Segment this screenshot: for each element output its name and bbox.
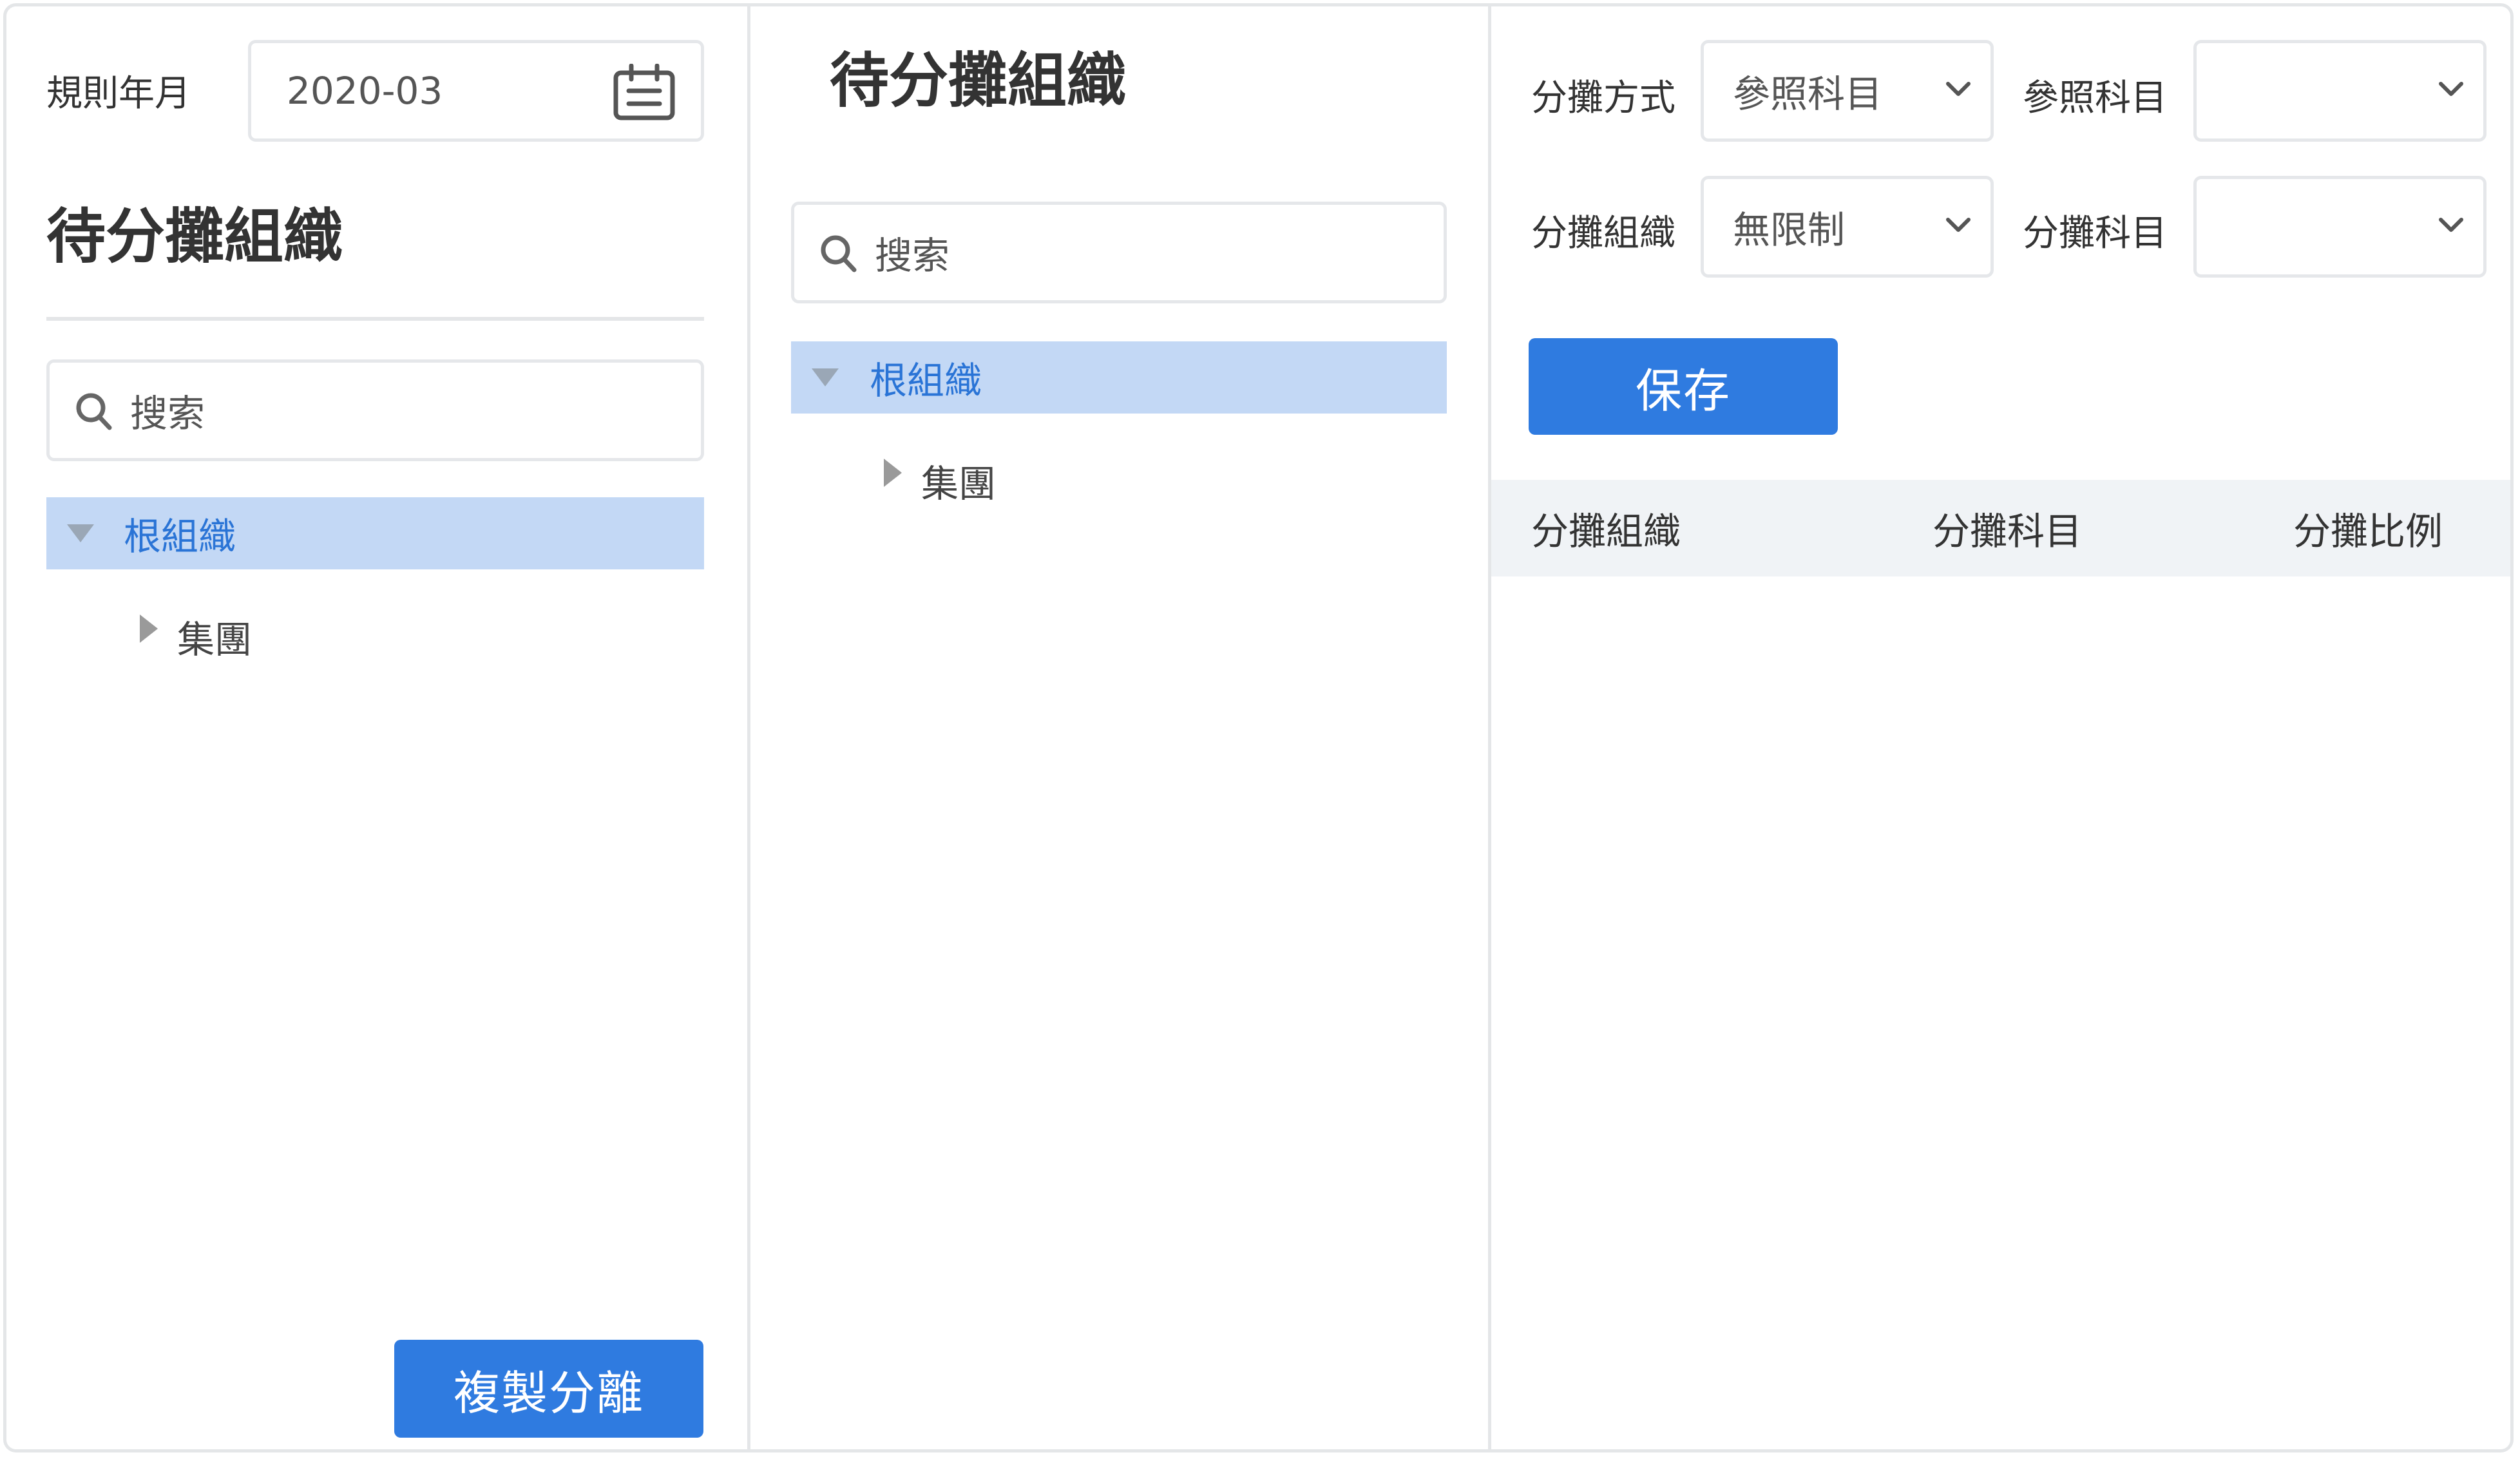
app-window: 規則年月 2020-03 待分攤組織 搜索 根組織 集團 複製分離 待分攤組織 …	[3, 3, 2514, 1452]
org-value: 無限制	[1733, 208, 1846, 252]
middle-tree-root-label: 根組織	[870, 359, 982, 403]
left-search-input[interactable]: 搜索	[46, 359, 704, 461]
column-header-ratio: 分攤比例	[2293, 509, 2443, 553]
method-value: 參照科目	[1733, 72, 1883, 116]
chevron-down-icon	[2438, 217, 2464, 236]
rule-month-value: 2020-03	[287, 69, 443, 113]
middle-tree-root-node[interactable]: 根組織	[791, 341, 1447, 414]
left-search-placeholder: 搜索	[130, 392, 205, 435]
title-divider	[46, 317, 704, 321]
column-header-subject: 分攤科目	[1933, 509, 2083, 553]
chevron-down-icon	[2438, 81, 2464, 100]
ref-subject-select[interactable]	[2193, 40, 2487, 142]
subject-label: 分攤科目	[2023, 213, 2167, 254]
subject-select[interactable]	[2193, 176, 2487, 278]
caret-right-icon[interactable]	[883, 457, 903, 491]
column-header-org: 分攤組織	[1531, 509, 1681, 553]
calendar-icon[interactable]	[612, 63, 676, 124]
search-icon	[74, 391, 114, 435]
right-panel: 分攤方式 參照科目 參照科目 分攤組織 無限制 分攤科目 保存 分攤組織 分攤科…	[1491, 6, 2510, 1449]
copy-separate-button[interactable]: 複製分離	[394, 1340, 703, 1438]
left-tree-root-node[interactable]: 根組織	[46, 497, 704, 569]
rule-month-input[interactable]: 2020-03	[248, 40, 704, 142]
chevron-down-icon	[1945, 81, 1971, 100]
org-label: 分攤組織	[1531, 213, 1675, 254]
middle-tree-child-label: 集團	[921, 462, 997, 506]
middle-search-input[interactable]: 搜索	[791, 202, 1447, 303]
left-panel: 規則年月 2020-03 待分攤組織 搜索 根組織 集團 複製分離	[6, 6, 747, 1449]
left-tree-child-node[interactable]: 集團	[132, 605, 519, 662]
save-button[interactable]: 保存	[1529, 338, 1838, 435]
rule-month-label: 規則年月	[46, 73, 191, 115]
middle-search-placeholder: 搜索	[875, 234, 950, 278]
chevron-down-icon	[1945, 217, 1971, 236]
left-tree-child-label: 集團	[177, 618, 253, 662]
search-icon	[819, 233, 859, 277]
middle-panel-title: 待分攤組織	[830, 46, 1127, 115]
org-select[interactable]: 無限制	[1701, 176, 1994, 278]
middle-tree-child-node[interactable]: 集團	[876, 450, 1263, 506]
caret-down-icon[interactable]	[66, 523, 95, 546]
method-label: 分攤方式	[1531, 77, 1675, 119]
caret-down-icon[interactable]	[810, 367, 840, 390]
allocation-table-header: 分攤組織 分攤科目 分攤比例	[1491, 480, 2510, 576]
middle-panel: 待分攤組織 搜索 根組織 集團	[750, 6, 1491, 1449]
ref-subject-label: 參照科目	[2023, 77, 2167, 119]
allocation-table-body	[1491, 576, 2510, 1440]
left-panel-title: 待分攤組織	[46, 202, 343, 271]
left-tree-root-label: 根組織	[124, 515, 236, 558]
caret-right-icon[interactable]	[138, 613, 159, 647]
method-select[interactable]: 參照科目	[1701, 40, 1994, 142]
